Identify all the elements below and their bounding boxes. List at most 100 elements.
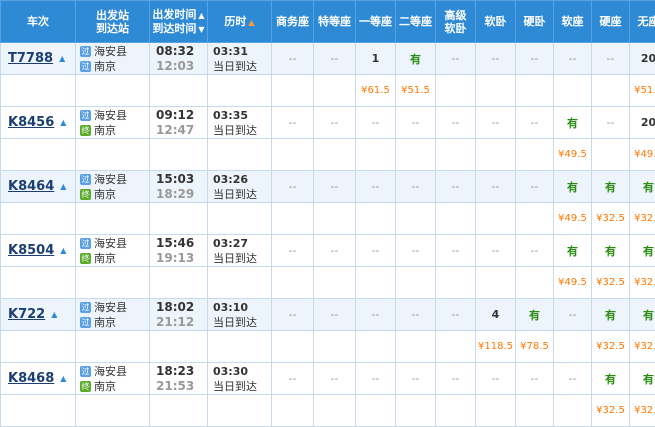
header-duration-sort[interactable]: 历时▲	[208, 1, 272, 43]
header-times-sort[interactable]: 出发时间▲ 到达时间▼	[150, 1, 208, 43]
seat-soft-sleeper: --	[476, 43, 516, 75]
expand-stops-icon[interactable]: ▲	[59, 54, 65, 63]
seat-no-seat[interactable]: 有	[630, 363, 655, 395]
price-row: ¥49.5¥32.5¥32.5	[1, 267, 655, 299]
seat-second[interactable]: 有	[396, 43, 436, 75]
price-business	[272, 139, 314, 171]
seat-no-seat[interactable]: 有	[630, 171, 655, 203]
price-soft-sleeper	[476, 203, 516, 235]
price-no-seat: ¥32.5	[630, 331, 655, 363]
price-row-spacer	[76, 203, 150, 235]
train-number-cell[interactable]: K8464 ▲	[1, 171, 76, 203]
expand-stops-icon[interactable]: ▲	[60, 182, 66, 191]
train-number-cell[interactable]: K8468 ▲	[1, 363, 76, 395]
price-business	[272, 395, 314, 427]
seat-first: --	[356, 363, 396, 395]
expand-stops-icon[interactable]: ▲	[60, 118, 66, 127]
price-business	[272, 75, 314, 107]
stations-cell: 过海安县过南京	[76, 299, 150, 331]
train-row[interactable]: K8464▲过海安县终南京15:0318:2903:26当日到达--------…	[1, 171, 655, 203]
header-soft-sleeper: 软卧	[476, 1, 516, 43]
seat-adv-soft-sleeper: --	[436, 171, 476, 203]
arrive-time: 18:29	[156, 187, 207, 202]
train-number-link[interactable]: T7788	[8, 51, 53, 66]
terminal-badge: 终	[80, 189, 91, 200]
arrive-station: 终南京	[80, 251, 149, 266]
train-row[interactable]: T7788▲过海安县过南京08:3212:0303:31当日到达----1有--…	[1, 43, 655, 75]
price-hard-seat: ¥32.5	[592, 395, 630, 427]
train-number-cell[interactable]: T7788 ▲	[1, 43, 76, 75]
seat-no-seat[interactable]: 20	[630, 107, 655, 139]
train-number-link[interactable]: K8504	[8, 243, 54, 258]
seat-adv-soft-sleeper: --	[436, 299, 476, 331]
price-row-spacer	[1, 139, 76, 171]
depart-time: 08:32	[156, 44, 207, 59]
seat-hard-seat[interactable]: 有	[592, 171, 630, 203]
price-second	[396, 395, 436, 427]
price-special	[314, 331, 356, 363]
train-number-cell[interactable]: K8456 ▲	[1, 107, 76, 139]
price-row-spacer	[208, 331, 272, 363]
train-number-link[interactable]: K8464	[8, 179, 54, 194]
train-row[interactable]: K8468▲过海安县终南京18:2321:5303:30当日到达--------…	[1, 363, 655, 395]
price-soft-seat	[554, 395, 592, 427]
train-row[interactable]: K722▲过海安县过南京18:0221:1203:10当日到达---------…	[1, 299, 655, 331]
price-hard-sleeper	[516, 139, 554, 171]
header-stations: 出发站 到达站	[76, 1, 150, 43]
seat-hard-sleeper: --	[516, 43, 554, 75]
seat-no-seat[interactable]: 20	[630, 43, 655, 75]
seat-soft-sleeper[interactable]: 4	[476, 299, 516, 331]
seat-no-seat[interactable]: 有	[630, 235, 655, 267]
seat-hard-seat[interactable]: 有	[592, 299, 630, 331]
arrive-station-name: 南京	[94, 123, 116, 138]
arrival-day: 当日到达	[213, 187, 271, 202]
price-row-spacer	[150, 395, 208, 427]
expand-stops-icon[interactable]: ▲	[60, 374, 66, 383]
seat-no-seat[interactable]: 有	[630, 299, 655, 331]
seat-hard-sleeper: --	[516, 363, 554, 395]
expand-stops-icon[interactable]: ▲	[60, 246, 66, 255]
seat-hard-sleeper[interactable]: 有	[516, 299, 554, 331]
arrive-station-name: 南京	[94, 251, 116, 266]
train-number-link[interactable]: K722	[8, 307, 45, 322]
price-special	[314, 139, 356, 171]
arrival-day: 当日到达	[213, 251, 271, 266]
depart-station-name: 海安县	[94, 108, 127, 123]
seat-soft-seat[interactable]: 有	[554, 107, 592, 139]
seat-soft-sleeper: --	[476, 107, 516, 139]
pass-through-badge: 过	[80, 302, 91, 313]
seat-business: --	[272, 107, 314, 139]
train-row[interactable]: K8456▲过海安县终南京09:1212:4703:35当日到达--------…	[1, 107, 655, 139]
price-adv-soft-sleeper	[436, 395, 476, 427]
price-hard-seat: ¥32.5	[592, 331, 630, 363]
seat-first: --	[356, 299, 396, 331]
train-row[interactable]: K8504▲过海安县终南京15:4619:1303:27当日到达--------…	[1, 235, 655, 267]
price-business	[272, 331, 314, 363]
seat-first: --	[356, 171, 396, 203]
header-soft-seat: 软座	[554, 1, 592, 43]
train-number-cell[interactable]: K8504 ▲	[1, 235, 76, 267]
seat-soft-seat[interactable]: 有	[554, 171, 592, 203]
seat-soft-seat: --	[554, 43, 592, 75]
seat-hard-seat[interactable]: 有	[592, 235, 630, 267]
header-train: 车次	[1, 1, 76, 43]
train-number-link[interactable]: K8456	[8, 115, 54, 130]
depart-time: 15:46	[156, 236, 207, 251]
seat-soft-seat[interactable]: 有	[554, 235, 592, 267]
price-soft-seat: ¥49.5	[554, 203, 592, 235]
depart-station-name: 海安县	[94, 44, 127, 59]
train-number-cell[interactable]: K722 ▲	[1, 299, 76, 331]
price-adv-soft-sleeper	[436, 139, 476, 171]
price-row: ¥49.5¥49.5	[1, 139, 655, 171]
seat-hard-seat[interactable]: 有	[592, 363, 630, 395]
train-number-link[interactable]: K8468	[8, 371, 54, 386]
arrive-station: 终南京	[80, 187, 149, 202]
depart-station-name: 海安县	[94, 236, 127, 251]
price-soft-seat	[554, 75, 592, 107]
seat-first[interactable]: 1	[356, 43, 396, 75]
price-row: ¥118.5¥78.5¥32.5¥32.5	[1, 331, 655, 363]
expand-stops-icon[interactable]: ▲	[51, 310, 57, 319]
price-hard-sleeper	[516, 203, 554, 235]
arrive-time: 12:47	[156, 123, 207, 138]
depart-time: 18:23	[156, 364, 207, 379]
